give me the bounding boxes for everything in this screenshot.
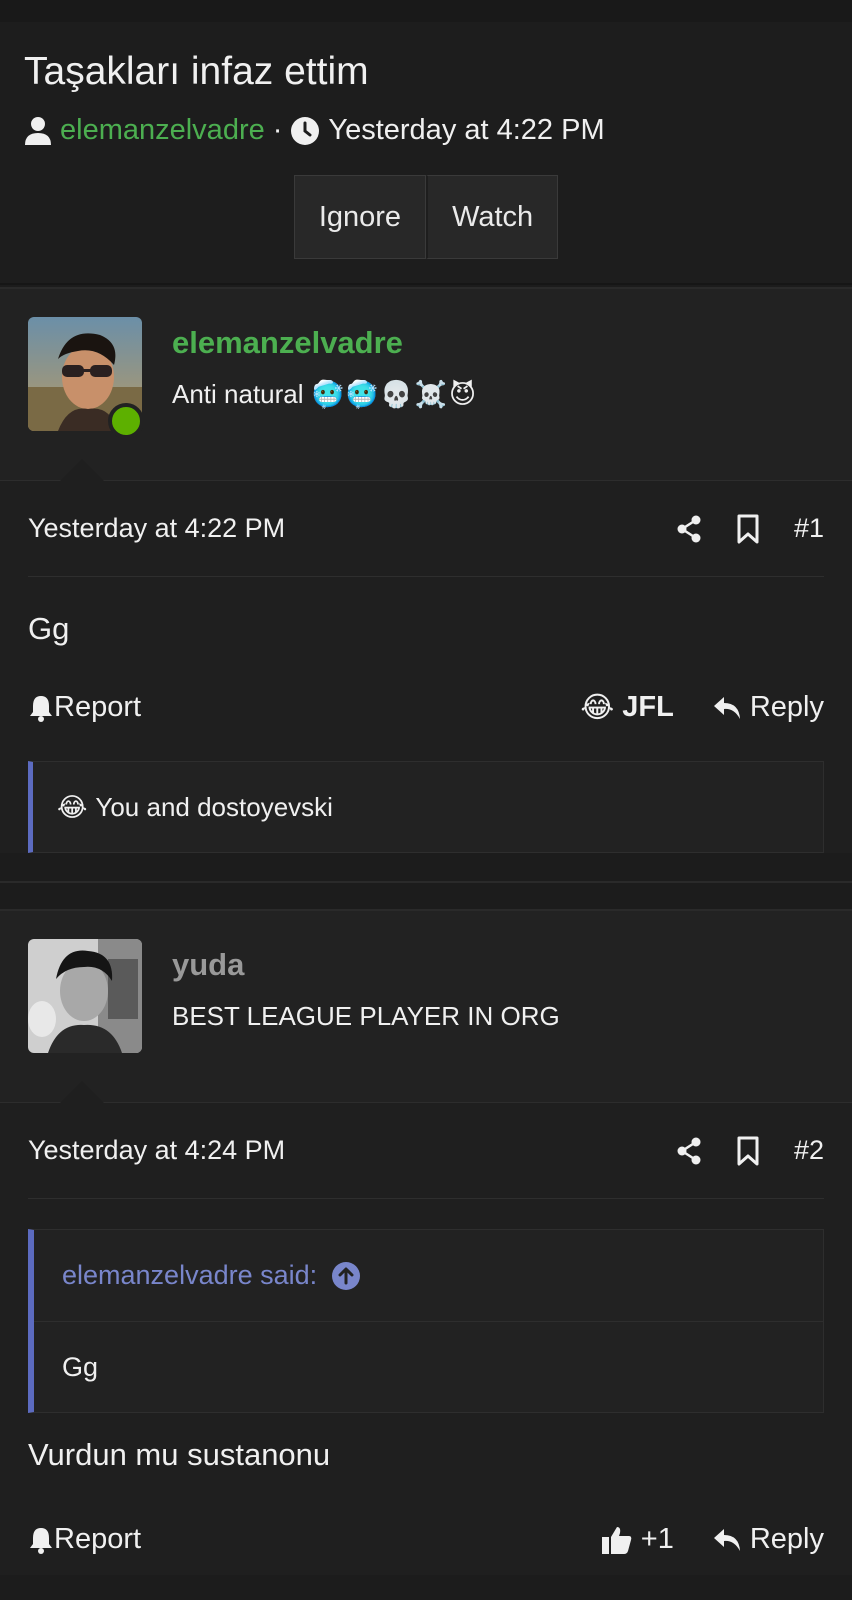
reaction-summary-text: You and dostoyevski: [95, 791, 333, 822]
like-count: +1: [640, 1522, 674, 1555]
post-2: yuda BEST LEAGUE PLAYER IN ORG Yesterday…: [0, 909, 852, 1575]
ignore-button[interactable]: Ignore: [293, 175, 427, 259]
user-icon: [24, 114, 52, 147]
post-footer: Report 😂 JFL Reply: [0, 671, 852, 743]
bell-icon: [28, 1523, 54, 1556]
report-link[interactable]: Report: [28, 1523, 141, 1556]
report-label: Report: [54, 690, 142, 723]
reply-label: Reply: [749, 690, 824, 723]
post-body: Vurdun mu sustanonu: [28, 1437, 331, 1472]
skull-emoji-icon: 💀: [380, 379, 413, 409]
post-user-block: yuda BEST LEAGUE PLAYER IN ORG: [0, 911, 852, 1103]
reaction-button[interactable]: 😂 JFL: [580, 690, 673, 725]
post-username[interactable]: yuda: [172, 947, 560, 983]
laughing-tears-emoji-icon: 😂: [57, 791, 88, 822]
reaction-label: JFL: [622, 690, 674, 723]
user-block-arrow: [60, 1081, 104, 1103]
post-date[interactable]: Yesterday at 4:24 PM: [28, 1135, 285, 1166]
avatar[interactable]: [28, 317, 144, 439]
quote-block: elemanzelvadre said: Gg: [28, 1229, 824, 1413]
reply-arrow-icon: [712, 691, 742, 724]
post-1: elemanzelvadre Anti natural 🥶 🥶 💀 ☠️ 😈 Y…: [0, 287, 852, 853]
share-icon[interactable]: [676, 515, 702, 543]
reaction-summary[interactable]: 😂 You and dostoyevski: [28, 761, 824, 853]
quote-author: elemanzelvadre said:: [62, 1260, 318, 1290]
thread-button-group: Ignore Watch: [24, 175, 828, 259]
reply-label: Reply: [749, 1522, 824, 1555]
user-title: BEST LEAGUE PLAYER IN ORG: [172, 1001, 560, 1031]
reply-button[interactable]: Reply: [712, 691, 824, 724]
post-meta: Yesterday at 4:24 PM #2: [28, 1103, 824, 1199]
quote-body: Gg: [62, 1351, 99, 1382]
thread-title: Taşakları infaz ettim: [24, 50, 369, 93]
avatar[interactable]: [28, 939, 142, 1053]
post-username[interactable]: elemanzelvadre: [172, 325, 476, 361]
bell-icon: [28, 691, 54, 724]
report-label: Report: [54, 1522, 142, 1555]
report-link[interactable]: Report: [28, 691, 141, 724]
post-footer: Report +1 Reply: [0, 1503, 852, 1575]
clock-icon: [290, 114, 320, 147]
post-meta: Yesterday at 4:22 PM #1: [28, 481, 824, 577]
post-user-block: elemanzelvadre Anti natural 🥶 🥶 💀 ☠️ 😈: [0, 289, 852, 481]
reply-button[interactable]: Reply: [712, 1523, 824, 1556]
share-icon[interactable]: [676, 1137, 702, 1165]
devil-emoji-icon: 😈: [449, 379, 477, 409]
thread-author-link[interactable]: elemanzelvadre: [60, 114, 265, 147]
watch-button[interactable]: Watch: [426, 175, 559, 259]
laughing-tears-emoji-icon: 😂: [580, 691, 615, 724]
cold-face-emoji-icon: 🥶: [345, 379, 379, 409]
user-block-arrow: [60, 459, 104, 481]
user-title-emojis: 🥶 🥶 💀 ☠️ 😈: [312, 379, 477, 410]
post-body: Gg: [28, 611, 70, 646]
bookmark-icon[interactable]: [736, 1136, 760, 1166]
thread-time[interactable]: Yesterday at 4:22 PM: [328, 114, 604, 147]
post-separator: [0, 881, 852, 907]
user-title: Anti natural 🥶 🥶 💀 ☠️ 😈: [172, 379, 476, 410]
meta-separator: ·: [272, 114, 283, 146]
like-button[interactable]: +1: [601, 1523, 674, 1556]
user-title-text: Anti natural: [172, 379, 304, 409]
cold-face-emoji-icon: 🥶: [311, 379, 344, 409]
skull-crossbones-emoji-icon: ☠️: [414, 379, 448, 409]
reply-arrow-icon: [712, 1523, 742, 1556]
online-status-dot: [108, 403, 144, 439]
top-bar: [0, 0, 852, 22]
quote-header[interactable]: elemanzelvadre said:: [34, 1230, 823, 1322]
post-number-link[interactable]: #2: [794, 1135, 824, 1166]
arrow-up-circle-icon[interactable]: [331, 1260, 361, 1292]
thread-meta: elemanzelvadre · Yesterday at 4:22 PM: [24, 114, 828, 147]
thread-header: Taşakları infaz ettim elemanzelvadre · Y…: [0, 22, 852, 285]
bookmark-icon[interactable]: [736, 514, 760, 544]
thumbs-up-icon: [601, 1523, 633, 1556]
post-date[interactable]: Yesterday at 4:22 PM: [28, 513, 285, 544]
post-number-link[interactable]: #1: [794, 513, 824, 544]
